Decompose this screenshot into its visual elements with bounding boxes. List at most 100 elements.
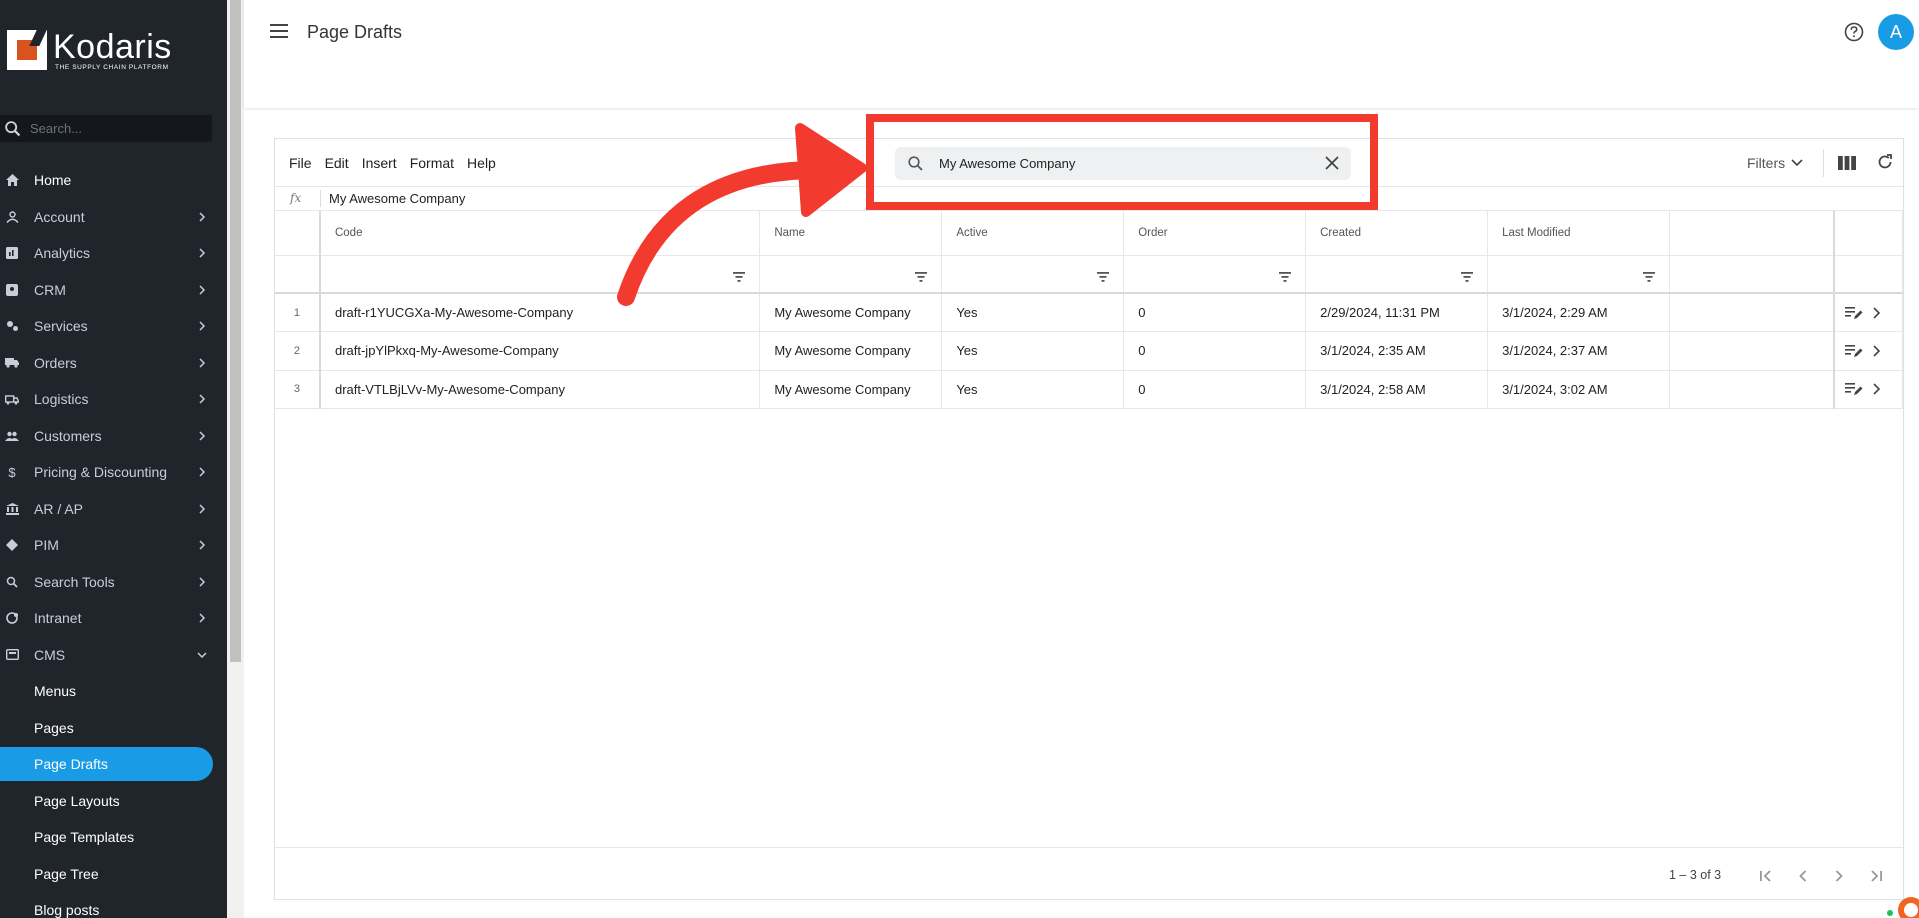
sidebar-subitem-page-tree[interactable]: Page Tree <box>0 856 227 893</box>
filter-cell-created[interactable] <box>1305 255 1489 294</box>
crm-icon <box>5 283 19 297</box>
chevron-right-icon[interactable] <box>1871 306 1881 319</box>
cell-order[interactable]: 0 <box>1123 331 1307 371</box>
sidebar-item-services[interactable]: Services <box>0 308 227 345</box>
chevron-right-icon <box>199 577 206 587</box>
sidebar-item-pim[interactable]: PIM <box>0 527 227 564</box>
sidebar-item-label: Logistics <box>34 391 89 408</box>
sidebar-subitem-page-drafts[interactable]: Page Drafts <box>0 747 213 781</box>
filter-cell-last-modified[interactable] <box>1487 255 1671 294</box>
sidebar-item-label: Account <box>34 208 85 225</box>
formula-value[interactable]: My Awesome Company <box>329 191 465 206</box>
kodaris-logo[interactable]: Kodaris THE SUPPLY CHAIN PLATFORM <box>7 26 172 74</box>
menu-file[interactable]: File <box>289 155 312 171</box>
filter-cell-active[interactable] <box>941 255 1125 294</box>
sidebar-subitem-blog-posts[interactable]: Blog posts <box>0 892 227 918</box>
sidebar-item-crm[interactable]: CRM <box>0 272 227 309</box>
cell-last-modified[interactable]: 3/1/2024, 3:02 AM <box>1487 370 1671 409</box>
search-icon <box>5 120 21 136</box>
row-number-header <box>275 211 321 256</box>
cell-active[interactable]: Yes <box>941 370 1125 409</box>
row-actions <box>1833 370 1904 409</box>
previous-page-icon[interactable] <box>1795 868 1811 884</box>
cell-created[interactable]: 3/1/2024, 2:58 AM <box>1305 370 1489 409</box>
sidebar-item-orders[interactable]: Orders <box>0 345 227 382</box>
sidebar-subitem-label: Menus <box>34 683 77 700</box>
sidebar-subitem-pages[interactable]: Pages <box>0 710 227 747</box>
filter-row-number <box>275 255 321 294</box>
sidebar-subitem-page-layouts[interactable]: Page Layouts <box>0 783 227 820</box>
sidebar-item-account[interactable]: Account <box>0 199 227 236</box>
cell-empty[interactable] <box>1669 293 1835 332</box>
help-icon[interactable] <box>1844 22 1864 42</box>
sidebar-item-search-tools[interactable]: Search Tools <box>0 564 227 601</box>
chat-widget-icon[interactable] <box>1885 884 1919 918</box>
next-page-icon[interactable] <box>1831 868 1847 884</box>
filter-icon[interactable] <box>1643 272 1656 282</box>
first-page-icon[interactable] <box>1758 868 1774 884</box>
table-row[interactable]: 2 draft-jpYlPkxq-My-Awesome-Company My A… <box>275 331 1904 371</box>
sidebar-item-cms[interactable]: CMS <box>0 637 227 674</box>
sidebar-item-logistics[interactable]: Logistics <box>0 381 227 418</box>
cell-active[interactable]: Yes <box>941 331 1125 371</box>
cell-code[interactable]: draft-VTLBjLVv-My-Awesome-Company <box>319 370 761 409</box>
column-header-created[interactable]: Created <box>1305 211 1489 256</box>
grid-menu-bar: File Edit Insert Format Help <box>289 155 509 171</box>
last-page-icon[interactable] <box>1868 868 1884 884</box>
filter-icon[interactable] <box>1279 272 1292 282</box>
filter-icon[interactable] <box>1097 272 1110 282</box>
edit-icon[interactable] <box>1845 382 1863 396</box>
columns-icon[interactable] <box>1838 155 1856 171</box>
cell-code[interactable]: draft-jpYlPkxq-My-Awesome-Company <box>319 331 761 371</box>
chevron-right-icon <box>199 321 206 331</box>
account-icon <box>5 210 19 224</box>
user-avatar[interactable]: A <box>1878 14 1914 50</box>
column-header-last-modified[interactable]: Last Modified <box>1487 211 1671 256</box>
cell-order[interactable]: 0 <box>1123 370 1307 409</box>
cell-name[interactable]: My Awesome Company <box>759 370 943 409</box>
refresh-icon[interactable] <box>1876 153 1894 171</box>
menu-format[interactable]: Format <box>410 155 454 171</box>
chevron-right-icon[interactable] <box>1871 383 1881 395</box>
filter-icon[interactable] <box>915 272 928 282</box>
sidebar-nav: Home Account Analytics CRM Services Orde… <box>0 162 227 918</box>
menu-edit[interactable]: Edit <box>325 155 349 171</box>
cell-empty[interactable] <box>1669 331 1835 371</box>
sidebar-item-pricing[interactable]: $ Pricing & Discounting <box>0 454 227 491</box>
cell-last-modified[interactable]: 3/1/2024, 2:29 AM <box>1487 293 1671 332</box>
sidebar-item-customers[interactable]: Customers <box>0 418 227 455</box>
cell-created[interactable]: 3/1/2024, 2:35 AM <box>1305 331 1489 371</box>
table-row[interactable]: 3 draft-VTLBjLVv-My-Awesome-Company My A… <box>275 370 1904 409</box>
column-header-order[interactable]: Order <box>1123 211 1307 256</box>
sidebar-subitem-menus[interactable]: Menus <box>0 673 227 710</box>
cell-order[interactable]: 0 <box>1123 293 1307 332</box>
sidebar-search-input[interactable] <box>30 121 200 136</box>
menu-insert[interactable]: Insert <box>362 155 397 171</box>
brand-name: Kodaris <box>53 27 172 66</box>
sidebar-item-analytics[interactable]: Analytics <box>0 235 227 272</box>
edit-icon[interactable] <box>1845 344 1863 358</box>
cell-created[interactable]: 2/29/2024, 11:31 PM <box>1305 293 1489 332</box>
menu-help[interactable]: Help <box>467 155 496 171</box>
cell-empty[interactable] <box>1669 370 1835 409</box>
data-grid-panel: File Edit Insert Format Help Filters fx … <box>274 138 1904 900</box>
sidebar-item-home[interactable]: Home <box>0 162 227 199</box>
cell-last-modified[interactable]: 3/1/2024, 2:37 AM <box>1487 331 1671 371</box>
sidebar-subitem-page-templates[interactable]: Page Templates <box>0 819 227 856</box>
sidebar-item-intranet[interactable]: Intranet <box>0 600 227 637</box>
chevron-down-icon <box>197 652 207 658</box>
chevron-right-icon <box>199 467 206 477</box>
sidebar-item-ar-ap[interactable]: AR / AP <box>0 491 227 528</box>
filter-icon[interactable] <box>1461 272 1474 282</box>
table-row[interactable]: 1 draft-r1YUCGXa-My-Awesome-Company My A… <box>275 293 1904 332</box>
column-header-active[interactable]: Active <box>941 211 1125 256</box>
menu-icon[interactable] <box>270 24 288 38</box>
sidebar-scrollbar-thumb[interactable] <box>230 0 241 662</box>
edit-icon[interactable] <box>1845 306 1863 320</box>
filters-button[interactable]: Filters <box>1747 155 1803 171</box>
customers-icon <box>5 429 19 443</box>
filter-cell-order[interactable] <box>1123 255 1307 294</box>
cell-name[interactable]: My Awesome Company <box>759 331 943 371</box>
chevron-right-icon[interactable] <box>1871 345 1881 357</box>
cell-active[interactable]: Yes <box>941 293 1125 332</box>
